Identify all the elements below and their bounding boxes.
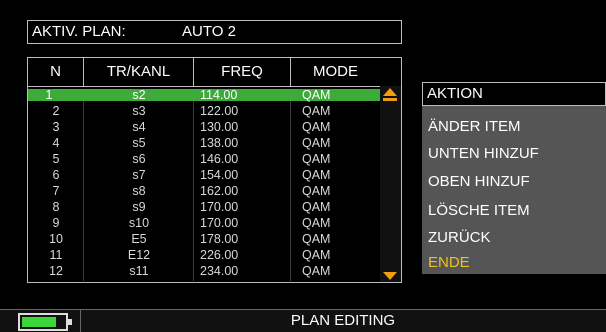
row-number: 4 xyxy=(52,136,60,150)
action-menu-title: AKTION xyxy=(422,82,606,106)
row-frequency: 114.00 xyxy=(200,88,238,102)
menu-item-edit-item[interactable]: ÄNDER ITEM xyxy=(428,118,521,135)
row-number: 5 xyxy=(52,152,60,166)
column-header-n: N xyxy=(28,58,84,86)
column-header-kanl: TR/KANL xyxy=(84,58,194,86)
menu-item-add-below[interactable]: UNTEN HINZUF xyxy=(428,145,539,162)
table-row[interactable]: 6 s7 154.00 QAM xyxy=(28,168,380,182)
row-frequency: 154.00 xyxy=(200,168,239,182)
row-channel: s6 xyxy=(132,152,146,166)
row-channel: s4 xyxy=(132,120,146,134)
row-number: 1 xyxy=(45,88,53,102)
channel-table: N TR/KANL FREQ MODE 1 s2 114.00 QAM 2 s3 122.0… xyxy=(27,57,402,283)
row-channel: s9 xyxy=(132,200,146,214)
row-number: 12 xyxy=(49,264,63,278)
row-mode: QAM xyxy=(302,152,331,166)
row-mode: QAM xyxy=(302,232,331,246)
battery-tip xyxy=(68,319,72,325)
table-row[interactable]: 10 E5 178.00 QAM xyxy=(28,232,380,246)
column-header-mode: MODE xyxy=(313,63,358,80)
scrollbar-thumb[interactable] xyxy=(383,98,397,101)
row-number: 2 xyxy=(52,104,60,118)
table-header: N TR/KANL FREQ MODE xyxy=(28,58,401,87)
row-frequency: 170.00 xyxy=(200,200,239,214)
scrollbar[interactable] xyxy=(380,86,401,282)
row-number: 10 xyxy=(49,232,63,246)
row-mode: QAM xyxy=(302,216,331,230)
row-number: 8 xyxy=(52,200,60,214)
row-mode: QAM xyxy=(302,184,331,198)
row-frequency: 234.00 xyxy=(200,264,239,278)
row-channel: s10 xyxy=(128,216,150,230)
action-menu: AKTION ÄNDER ITEM UNTEN HINZUF OBEN HINZ… xyxy=(422,82,606,274)
table-rows: 1 s2 114.00 QAM 2 s3 122.00 QAM 3 s4 130.00 QAM 4 s5 1… xyxy=(28,89,380,281)
row-channel: s11 xyxy=(129,264,149,278)
row-number: 3 xyxy=(52,120,60,134)
table-row[interactable]: 11 E12 226.00 QAM xyxy=(28,248,380,262)
column-header-freq: FREQ xyxy=(194,58,291,86)
row-frequency: 130.00 xyxy=(200,120,239,134)
row-frequency: 162.00 xyxy=(200,184,239,198)
row-number: 6 xyxy=(52,168,60,182)
row-channel: s8 xyxy=(132,184,146,198)
row-mode: QAM xyxy=(302,104,331,118)
row-frequency: 138.00 xyxy=(200,136,239,150)
row-mode: QAM xyxy=(302,200,331,214)
table-row[interactable]: 3 s4 130.00 QAM xyxy=(28,120,380,134)
table-row[interactable]: 4 s5 138.00 QAM xyxy=(28,136,380,150)
row-mode: QAM xyxy=(302,168,331,182)
table-row[interactable]: 1 s2 114.00 QAM xyxy=(28,89,380,101)
status-text: PLAN EDITING xyxy=(290,312,396,329)
row-channel: s2 xyxy=(132,88,146,102)
table-row[interactable]: 12 s11 234.00 QAM xyxy=(28,264,380,278)
row-frequency: 122.00 xyxy=(200,104,239,118)
row-channel: E5 xyxy=(131,232,147,246)
row-mode: QAM xyxy=(302,248,331,262)
table-row[interactable]: 2 s3 122.00 QAM xyxy=(28,104,380,118)
battery-level-fill xyxy=(22,317,56,327)
table-row[interactable]: 7 s8 162.00 QAM xyxy=(28,184,380,198)
row-frequency: 146.00 xyxy=(200,152,239,166)
row-mode: QAM xyxy=(302,136,331,150)
row-number: 7 xyxy=(52,184,60,198)
scroll-down-icon[interactable] xyxy=(383,272,397,280)
row-number: 9 xyxy=(52,216,60,230)
row-number: 11 xyxy=(49,248,63,262)
row-frequency: 226.00 xyxy=(200,248,239,262)
menu-item-delete-item[interactable]: LÖSCHE ITEM xyxy=(428,202,530,219)
row-mode: QAM xyxy=(302,120,331,134)
row-frequency: 170.00 xyxy=(200,216,239,230)
menu-item-add-above[interactable]: OBEN HINZUF xyxy=(428,173,530,190)
table-row[interactable]: 8 s9 170.00 QAM xyxy=(28,200,380,214)
scroll-up-icon[interactable] xyxy=(383,88,397,96)
row-frequency: 178.00 xyxy=(200,232,239,246)
row-channel: s5 xyxy=(132,136,146,150)
row-channel: s7 xyxy=(132,168,146,182)
menu-item-end[interactable]: ENDE xyxy=(428,254,470,271)
battery-icon xyxy=(18,313,72,331)
row-mode: QAM xyxy=(302,264,331,278)
table-row[interactable]: 9 s10 170.00 QAM xyxy=(28,216,380,230)
menu-item-back[interactable]: ZURÜCK xyxy=(428,229,491,246)
table-row[interactable]: 5 s6 146.00 QAM xyxy=(28,152,380,166)
active-plan-value: AUTO 2 xyxy=(182,23,236,40)
row-mode: QAM xyxy=(302,88,331,102)
active-plan-box: AKTIV. PLAN: AUTO 2 xyxy=(27,20,402,44)
status-bar: PLAN EDITING xyxy=(0,309,606,332)
row-channel: s3 xyxy=(132,104,146,118)
row-channel: E12 xyxy=(127,248,151,262)
active-plan-label: AKTIV. PLAN: xyxy=(32,23,126,40)
